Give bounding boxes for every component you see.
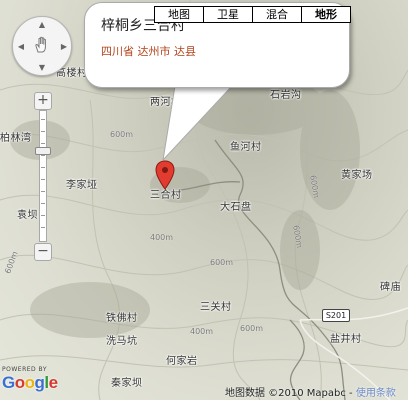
zoom-slider-thumb[interactable] <box>35 147 51 156</box>
zoom-tick <box>41 191 45 192</box>
terrain-map[interactable]: 高楼村 两河村 石岩沟 柏林湾 鱼河村 李家垭 黄家场 三合村 袁坝 大石盘 碑… <box>0 0 408 400</box>
zoom-tick <box>41 215 45 216</box>
map-type-hybrid-button[interactable]: 混合 <box>252 6 302 23</box>
info-window-address[interactable]: 四川省 达州市 达县 <box>101 43 196 59</box>
google-logo[interactable]: Google <box>2 373 58 393</box>
map-type-switcher: 地图 卫星 混合 地形 <box>154 6 351 23</box>
powered-by-text: POWERED BY <box>2 366 48 373</box>
terms-of-use-link[interactable]: 使用条款 <box>356 388 396 399</box>
zoom-in-button[interactable]: + <box>34 92 52 110</box>
zoom-tick <box>41 143 45 144</box>
zoom-tick <box>41 203 45 204</box>
map-type-satellite-button[interactable]: 卫星 <box>203 6 253 23</box>
zoom-slider-track[interactable] <box>39 110 47 242</box>
zoom-tick <box>41 167 45 168</box>
pan-right-icon[interactable]: ▶ <box>58 42 70 52</box>
pan-down-icon[interactable]: ▼ <box>36 63 48 73</box>
hand-icon[interactable] <box>32 35 52 55</box>
pan-control: ▲ ▼ ◀ ▶ <box>12 16 72 76</box>
zoom-tick <box>41 119 45 120</box>
pan-left-icon[interactable]: ◀ <box>15 42 27 52</box>
zoom-tick <box>41 131 45 132</box>
zoom-out-button[interactable]: − <box>34 243 52 261</box>
zoom-tick <box>41 179 45 180</box>
zoom-tick <box>41 155 45 156</box>
map-type-terrain-button[interactable]: 地形 <box>301 6 351 23</box>
map-type-map-button[interactable]: 地图 <box>154 6 204 23</box>
map-copyright: 地图数据 ©2010 Mapabc - 使用条款 <box>225 384 396 399</box>
zoom-tick <box>41 227 45 228</box>
pan-up-icon[interactable]: ▲ <box>36 20 48 30</box>
copyright-text: 地图数据 ©2010 Mapabc - <box>225 388 356 399</box>
